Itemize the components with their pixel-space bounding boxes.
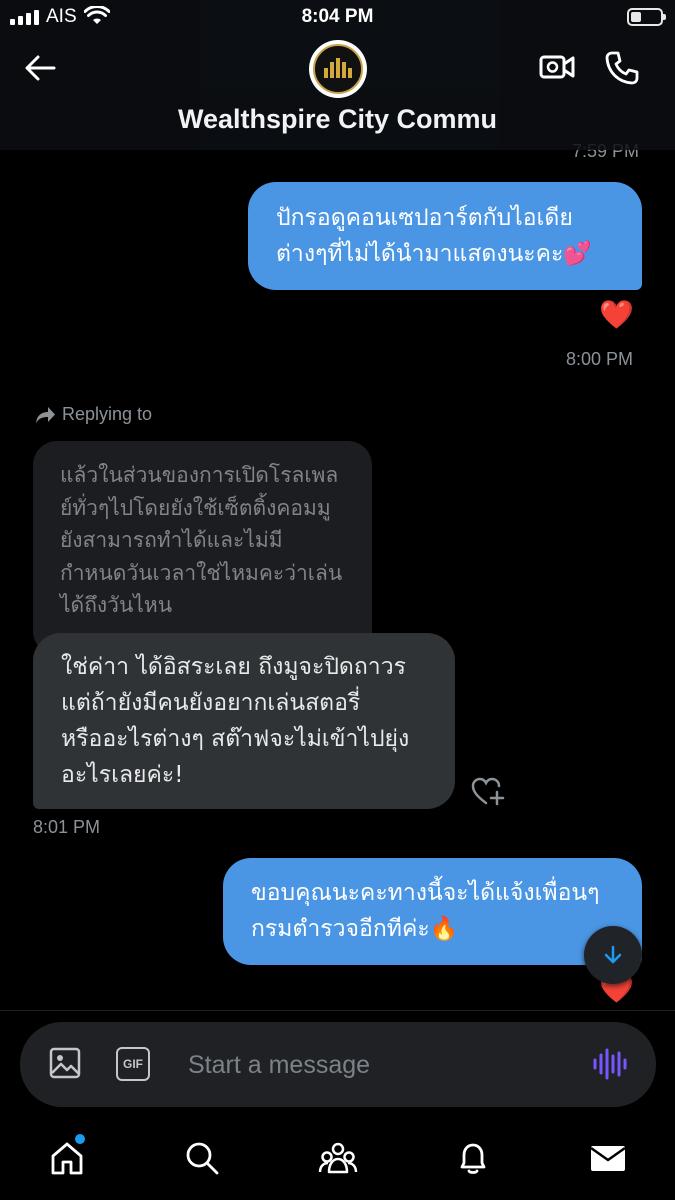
sent-message[interactable]: ปักรอดูคอนเซปอาร์ตกับไอเดีย ต่างๆที่ไม่ไ… (248, 182, 642, 290)
heart-reaction[interactable]: ❤️ (599, 298, 634, 331)
sent-message[interactable]: ขอบคุณนะคะทางนี้จะได้แจ้งเพื่อนๆ กรมตำรว… (223, 858, 642, 965)
search-icon (186, 1142, 219, 1175)
replying-to-text: Replying to (62, 404, 153, 424)
voice-call-button[interactable] (604, 50, 642, 88)
nav-home[interactable] (47, 1138, 87, 1178)
status-bar: AIS 8:04 PM (0, 0, 675, 34)
back-button[interactable] (20, 48, 60, 88)
replying-to-label: Replying to (34, 404, 152, 425)
message-input[interactable] (188, 1046, 568, 1084)
nav-notifications[interactable] (453, 1138, 493, 1178)
home-icon (51, 1142, 83, 1175)
video-call-button[interactable] (538, 50, 578, 86)
voice-waveform-icon (593, 1048, 627, 1080)
avatar[interactable] (309, 40, 367, 98)
nav-search[interactable] (182, 1138, 222, 1178)
message-text: ขอบคุณนะคะทางนี้จะได้แจ้งเพื่อนๆ กรมตำรว… (251, 880, 600, 942)
arrow-down-icon (604, 945, 622, 964)
gif-button[interactable]: GIF (116, 1047, 150, 1081)
quoted-message[interactable]: แล้วในส่วนของการเปิดโรลเพล ย์ทั่วๆไปโดยย… (33, 441, 372, 655)
battery-icon (627, 8, 666, 26)
nav-messages[interactable] (588, 1138, 628, 1178)
heart-plus-icon (471, 777, 505, 806)
messages-icon (590, 1146, 626, 1171)
communities-icon (318, 1142, 358, 1174)
conversation-title[interactable]: Wealthspire City Commu (0, 104, 675, 135)
community-logo (313, 44, 363, 94)
nav-communities[interactable] (318, 1138, 358, 1178)
add-image-button[interactable] (48, 1046, 84, 1082)
scroll-to-bottom-button[interactable] (584, 926, 642, 984)
clock: 8:04 PM (301, 6, 374, 27)
arrow-left-icon (25, 55, 56, 81)
add-reaction-button[interactable] (470, 775, 506, 807)
phone-icon (605, 51, 639, 85)
notifications-icon (460, 1143, 486, 1174)
received-message[interactable]: ใช่ค่าา ได้อิสระเลย ถึงมูจะปิดถาวร แต่ถ้… (33, 633, 455, 809)
image-icon (49, 1047, 81, 1079)
reply-arrow-icon (36, 406, 55, 423)
home-notification-dot (75, 1134, 85, 1144)
message-text: ปักรอดูคอนเซปอาร์ตกับไอเดีย ต่างๆที่ไม่ไ… (276, 205, 593, 267)
voice-message-button[interactable] (592, 1046, 628, 1082)
video-camera-icon (539, 55, 575, 79)
timestamp: 8:00 PM (566, 349, 634, 369)
timestamp: 8:01 PM (33, 817, 101, 837)
